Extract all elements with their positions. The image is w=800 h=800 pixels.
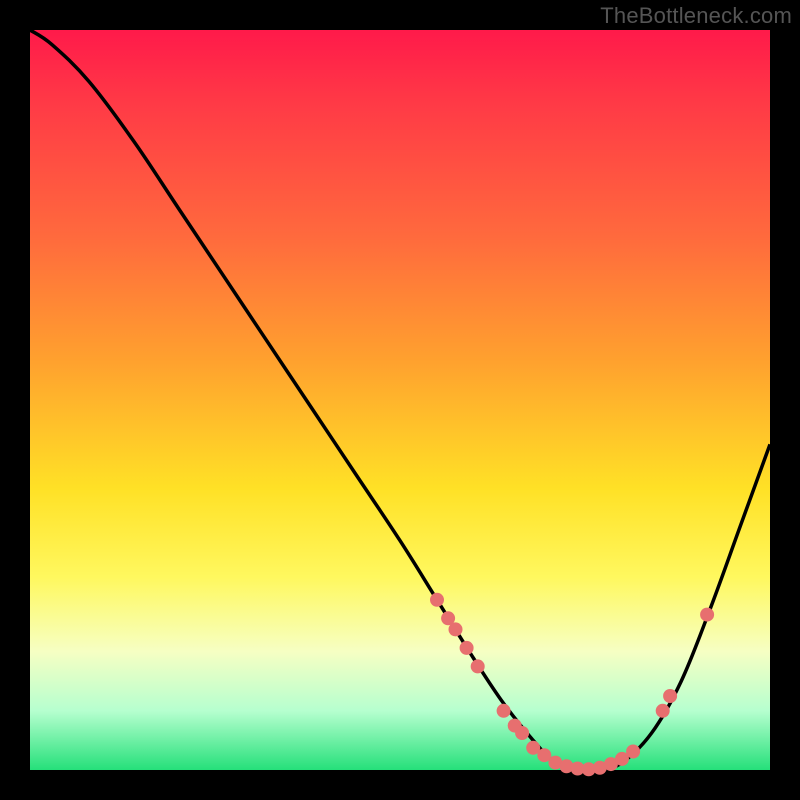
curve-marker — [460, 641, 474, 655]
curve-marker — [449, 622, 463, 636]
curve-markers — [430, 593, 714, 776]
curve-marker — [515, 726, 529, 740]
watermark-text: TheBottleneck.com — [600, 3, 792, 29]
curve-marker — [626, 745, 640, 759]
curve-marker — [430, 593, 444, 607]
curve-marker — [656, 704, 670, 718]
curve-marker — [663, 689, 677, 703]
chart-frame: TheBottleneck.com — [0, 0, 800, 800]
bottleneck-curve — [30, 30, 770, 771]
curve-marker — [471, 659, 485, 673]
curve-marker — [497, 704, 511, 718]
bottleneck-curve-svg — [30, 30, 770, 770]
curve-marker — [700, 608, 714, 622]
